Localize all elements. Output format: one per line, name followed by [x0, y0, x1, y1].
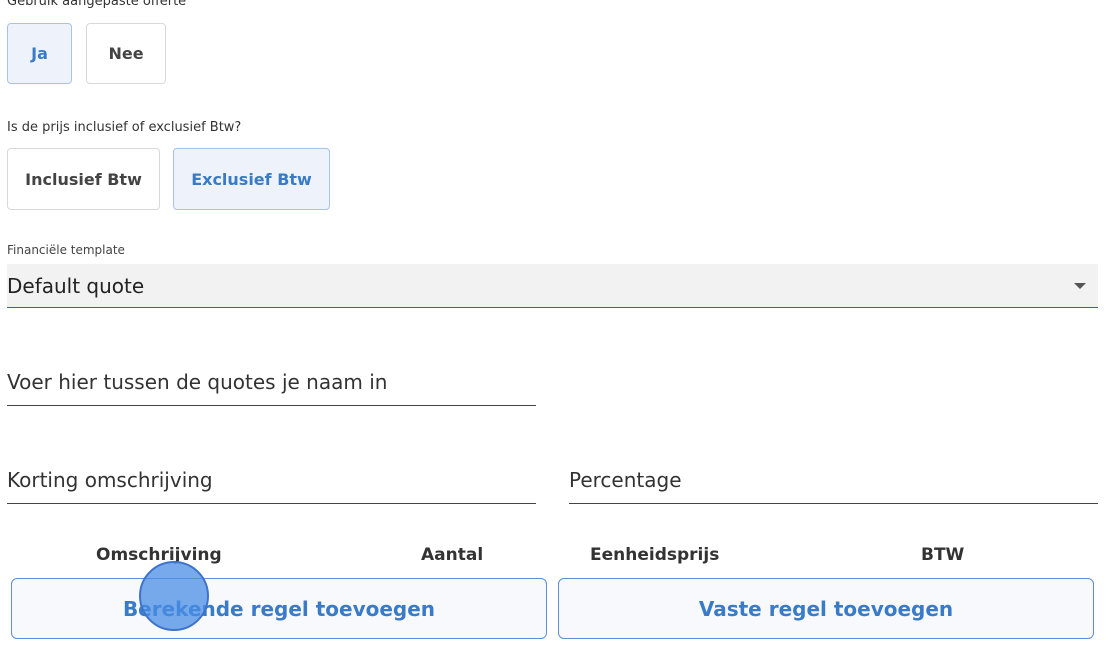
custom-quote-label: Gebruik aangepaste offerte [7, 0, 187, 9]
column-header-vat: BTW [921, 545, 965, 565]
add-fixed-line-button[interactable]: Vaste regel toevoegen [558, 578, 1094, 639]
template-select-value: Default quote [7, 274, 145, 298]
inclusive-vat-button[interactable]: Inclusief Btw [7, 148, 160, 210]
name-input-placeholder: Voer hier tussen de quotes je naam in [7, 370, 388, 394]
custom-quote-no-button[interactable]: Nee [86, 23, 166, 84]
vat-question-label: Is de prijs inclusief of exclusief Btw? [7, 120, 242, 135]
name-input[interactable]: Voer hier tussen de quotes je naam in [7, 366, 536, 406]
template-label: Financiële template [7, 243, 125, 257]
custom-quote-yes-button[interactable]: Ja [7, 23, 72, 84]
discount-description-input[interactable]: Korting omschrijving [7, 464, 536, 504]
template-select[interactable]: Default quote [7, 264, 1098, 308]
discount-percentage-input[interactable]: Percentage [569, 464, 1098, 504]
chevron-down-icon[interactable] [1074, 283, 1086, 289]
exclusive-vat-button[interactable]: Exclusief Btw [173, 148, 330, 210]
add-calculated-line-button[interactable]: Berekende regel toevoegen [11, 578, 547, 639]
column-header-description: Omschrijving [96, 545, 222, 565]
discount-percentage-placeholder: Percentage [569, 468, 682, 492]
column-header-unit-price: Eenheidsprijs [590, 545, 720, 565]
click-indicator [139, 561, 209, 631]
discount-description-placeholder: Korting omschrijving [7, 468, 213, 492]
column-header-quantity: Aantal [421, 545, 484, 565]
